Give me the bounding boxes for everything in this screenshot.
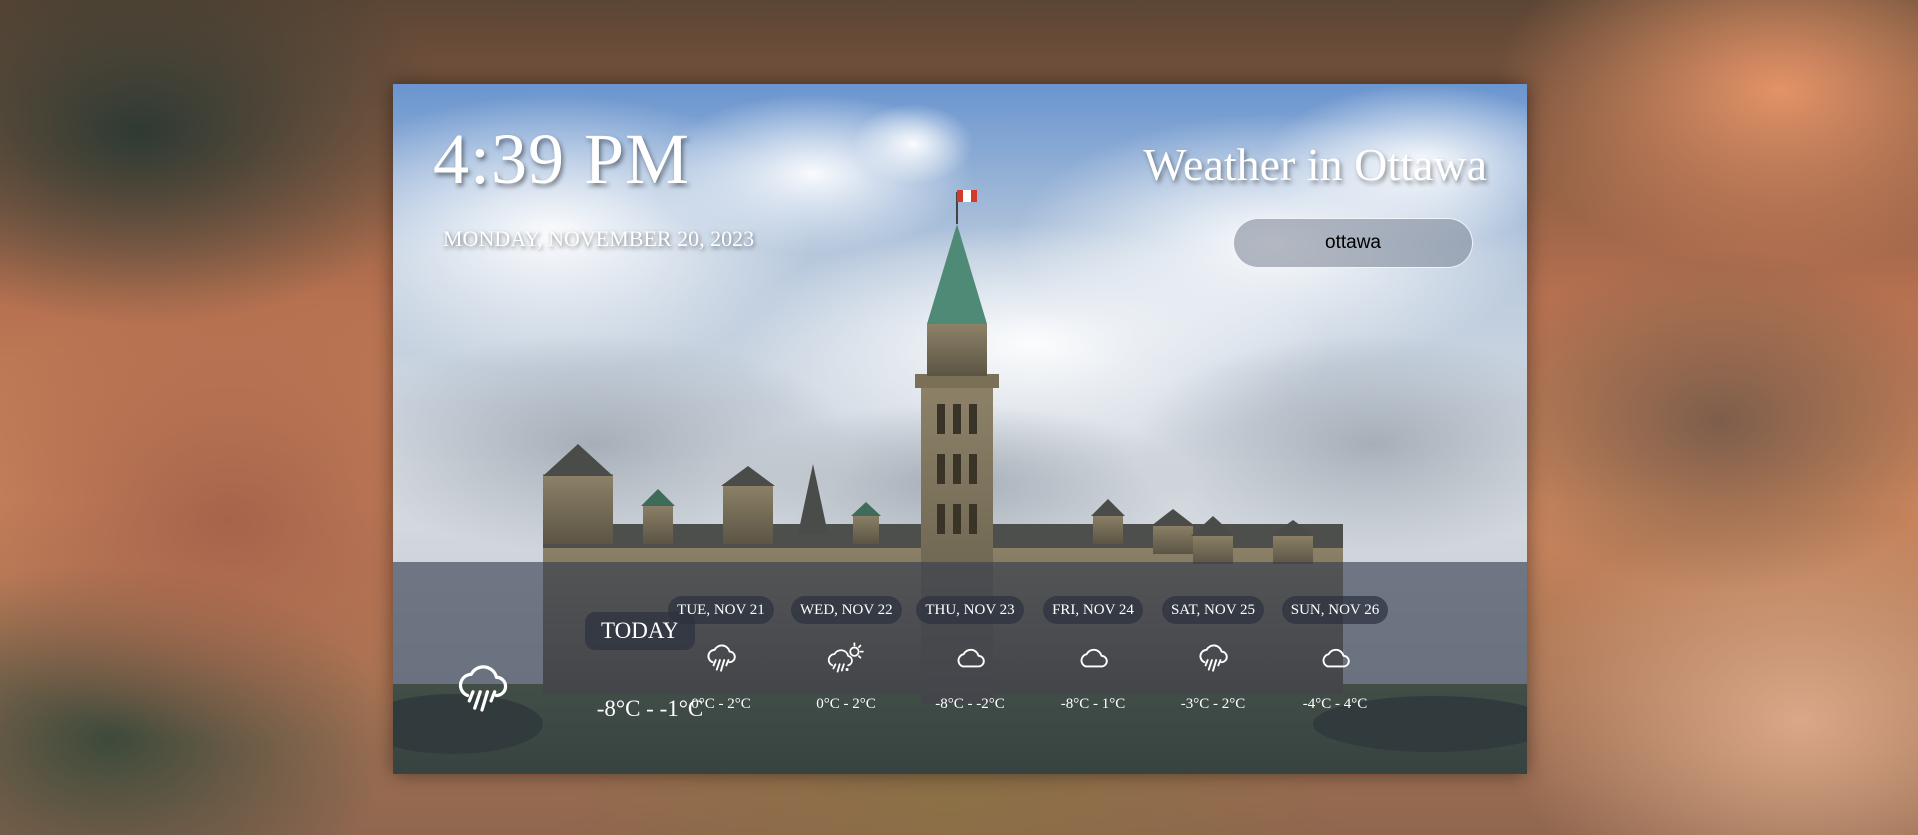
cloud-icon bbox=[1080, 648, 1108, 668]
forecast-day-label: SUN, NOV 26 bbox=[1281, 596, 1389, 624]
cloud-icon bbox=[957, 648, 985, 668]
page-title: Weather in Ottawa bbox=[1143, 139, 1487, 190]
forecast-day: SUN, NOV 26 -4°C - 4°C bbox=[1280, 596, 1390, 713]
forecast-day: THU, NOV 23 -8°C - -2°C bbox=[915, 596, 1025, 713]
forecast-day-label: THU, NOV 23 bbox=[916, 596, 1024, 624]
forecast-day-temperature: -4°C - 4°C bbox=[1302, 696, 1368, 712]
forecast-panel: TODAY -8°C - -1°C TUE, NOV 21 0°C - 2°C bbox=[393, 562, 1527, 774]
weather-card: 4:39 PM MONDAY, NOVEMBER 20, 2023 Weathe… bbox=[393, 84, 1527, 774]
rain-cloud-icon bbox=[707, 644, 736, 672]
forecast-day-temperature: 0°C - 2°C bbox=[691, 696, 751, 712]
forecast-day: SAT, NOV 25 -3°C - 2°C bbox=[1158, 596, 1268, 713]
forecast-day-label: SAT, NOV 25 bbox=[1161, 596, 1265, 624]
forecast-day-temperature: 0°C - 2°C bbox=[816, 696, 876, 712]
cloud-icon bbox=[1322, 648, 1350, 668]
forecast-day-label: WED, NOV 22 bbox=[791, 596, 902, 624]
forecast-day: WED, NOV 22 0°C - 2°C bbox=[791, 596, 902, 713]
forecast-day: FRI, NOV 24 -8°C - 1°C bbox=[1038, 596, 1148, 713]
city-search-input[interactable] bbox=[1233, 218, 1473, 268]
current-time: 4:39 PM bbox=[433, 119, 691, 199]
forecast-day-label: FRI, NOV 24 bbox=[1043, 596, 1143, 624]
forecast-day-temperature: -8°C - -2°C bbox=[935, 696, 1005, 712]
forecast-day-temperature: -8°C - 1°C bbox=[1060, 696, 1126, 712]
sun-rain-cloud-icon bbox=[827, 642, 864, 673]
rain-cloud-icon bbox=[458, 665, 508, 712]
forecast-day: TUE, NOV 21 0°C - 2°C bbox=[666, 596, 776, 713]
rain-cloud-icon bbox=[1199, 644, 1228, 672]
forecast-day-label: TUE, NOV 21 bbox=[668, 596, 774, 624]
forecast-day-temperature: -3°C - 2°C bbox=[1180, 696, 1246, 712]
current-date: MONDAY, NOVEMBER 20, 2023 bbox=[443, 226, 755, 251]
today-forecast: TODAY -8°C - -1°C bbox=[453, 612, 703, 742]
